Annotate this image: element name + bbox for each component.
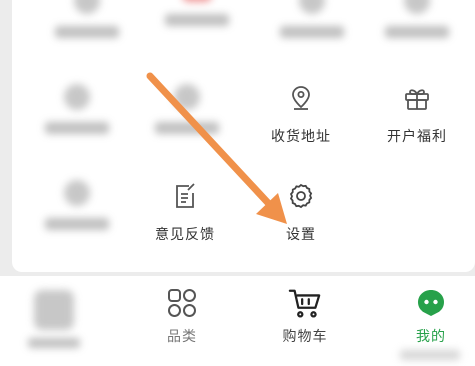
tab-cart[interactable]: 购物车 bbox=[255, 286, 355, 356]
tab-label: 我的 bbox=[416, 329, 446, 345]
profile-face-icon bbox=[414, 286, 448, 320]
grid-item-label: 设置 bbox=[286, 227, 316, 243]
gift-icon bbox=[401, 82, 433, 114]
grid-item-shipping-address[interactable]: 收货地址 bbox=[246, 82, 356, 162]
grid-item-settings[interactable]: 设置 bbox=[246, 180, 356, 260]
blurred-grid-item bbox=[22, 84, 132, 164]
service-grid: 收货地址 开户福利 意见反馈 设置 bbox=[12, 0, 475, 272]
blurred-tab-icon bbox=[34, 290, 74, 330]
tab-label: 购物车 bbox=[282, 329, 328, 345]
grid-item-label: 意见反馈 bbox=[155, 227, 215, 243]
grid-item-account-welfare[interactable]: 开户福利 bbox=[362, 82, 472, 162]
blurred-grid-item bbox=[362, 0, 472, 68]
blurred-grid-item bbox=[142, 0, 252, 68]
blurred-watermark bbox=[400, 350, 460, 360]
grid-item-feedback[interactable]: 意见反馈 bbox=[130, 180, 240, 260]
grid-item-label: 开户福利 bbox=[387, 129, 447, 145]
tab-mine[interactable]: 我的 bbox=[381, 286, 475, 356]
shopping-cart-icon bbox=[288, 286, 322, 320]
tab-label: 品类 bbox=[167, 329, 197, 345]
service-card: 收货地址 开户福利 意见反馈 设置 bbox=[12, 0, 475, 272]
edit-note-icon bbox=[169, 180, 201, 212]
gear-icon bbox=[285, 180, 317, 212]
blurred-grid-item bbox=[32, 0, 142, 68]
bottom-tab-bar: 品类 购物车 我的 bbox=[0, 276, 475, 366]
blurred-tab-label bbox=[28, 338, 80, 348]
category-grid-icon bbox=[165, 286, 199, 320]
grid-item-label: 收货地址 bbox=[271, 129, 331, 145]
blurred-grid-item bbox=[132, 84, 242, 164]
blurred-grid-item bbox=[257, 0, 367, 68]
tab-category[interactable]: 品类 bbox=[132, 286, 232, 356]
blurred-grid-item bbox=[22, 180, 132, 260]
location-pin-icon bbox=[285, 82, 317, 114]
